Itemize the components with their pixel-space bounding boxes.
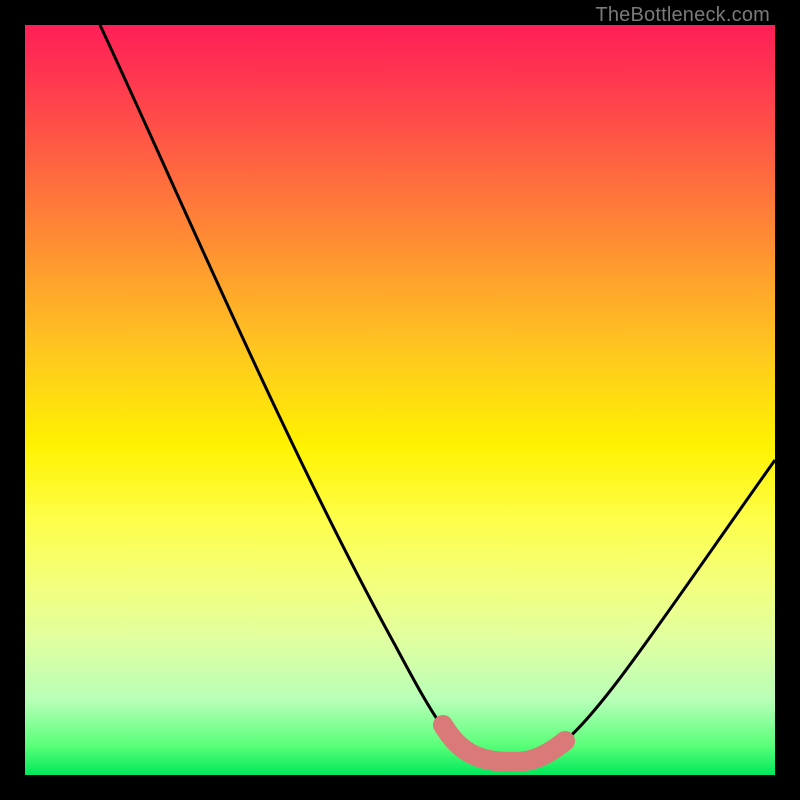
bottleneck-curve — [100, 25, 775, 762]
chart-svg — [25, 25, 775, 775]
chart-frame — [25, 25, 775, 775]
optimal-band — [443, 725, 565, 762]
watermark-text: TheBottleneck.com — [595, 4, 770, 27]
